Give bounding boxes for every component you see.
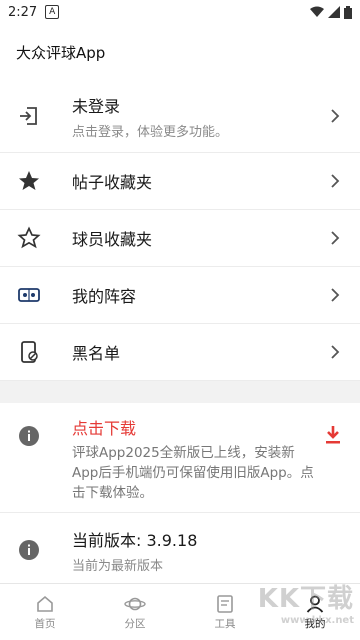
info-icon — [16, 537, 42, 563]
signal-icon — [328, 6, 340, 18]
download-title: 点击下载 — [72, 419, 137, 438]
login-icon — [16, 103, 42, 129]
status-time: 2:27 — [8, 4, 38, 20]
version-subtitle: 当前为最新版本 — [72, 558, 164, 574]
menu-item-label: 我的阵容 — [72, 287, 137, 306]
info-icon — [16, 423, 42, 449]
watermark-main: KK下载 — [257, 584, 354, 614]
home-icon — [37, 595, 53, 612]
menu-item-player-favorites[interactable]: 球员收藏夹 — [0, 210, 360, 267]
status-bar: 2:27 A — [0, 0, 360, 24]
chevron-right-icon — [328, 288, 342, 302]
tab-label: 工具 — [214, 617, 236, 630]
tab-home[interactable]: 首页 — [0, 584, 90, 640]
app-title: 大众评球App — [16, 43, 106, 62]
document-icon — [217, 594, 233, 613]
blacklist-phone-icon — [16, 339, 42, 365]
chevron-right-icon — [328, 174, 342, 188]
planet-icon — [124, 597, 146, 610]
chevron-right-icon — [328, 231, 342, 245]
chevron-right-icon — [328, 109, 342, 123]
menu-item-label: 黑名单 — [72, 344, 121, 363]
menu-item-blacklist[interactable]: 黑名单 — [0, 324, 360, 381]
status-right-icons — [310, 5, 352, 19]
version-title: 当前版本: 3.9.18 — [72, 530, 198, 550]
tab-label: 首页 — [34, 617, 56, 630]
download-description: 评球App2025全新版已上线，安装新App后手机端仍可保留使用旧版App。点击… — [72, 445, 314, 501]
wifi-icon — [310, 6, 324, 17]
download-icon[interactable] — [324, 425, 342, 449]
menu-item-my-lineup[interactable]: 我的阵容 — [0, 267, 360, 324]
star-filled-icon — [16, 168, 42, 194]
tab-sections[interactable]: 分区 — [90, 584, 180, 640]
login-title: 未登录 — [72, 96, 121, 116]
version-row[interactable]: 当前版本: 3.9.18 当前为最新版本 — [0, 513, 360, 588]
login-row[interactable]: 未登录 点击登录，体验更多功能。 — [0, 80, 360, 153]
login-subtitle: 点击登录，体验更多功能。 — [72, 124, 229, 140]
tab-tools[interactable]: 工具 — [180, 584, 270, 640]
battery-icon — [344, 5, 352, 19]
chevron-right-icon — [328, 345, 342, 359]
star-outline-icon — [16, 225, 42, 251]
notification-a-icon: A — [45, 5, 60, 19]
menu-item-label: 帖子收藏夹 — [72, 173, 153, 192]
watermark-url: www.kkx.net — [280, 615, 354, 626]
tab-label: 分区 — [124, 617, 146, 630]
download-notice[interactable]: 点击下载 评球App2025全新版已上线，安装新App后手机端仍可保留使用旧版A… — [0, 403, 360, 513]
lineup-icon — [16, 282, 42, 308]
menu-item-label: 球员收藏夹 — [72, 230, 153, 249]
menu-item-post-favorites[interactable]: 帖子收藏夹 — [0, 153, 360, 210]
watermark: KK下载 www.kkx.net — [258, 578, 354, 626]
section-divider — [0, 381, 360, 403]
